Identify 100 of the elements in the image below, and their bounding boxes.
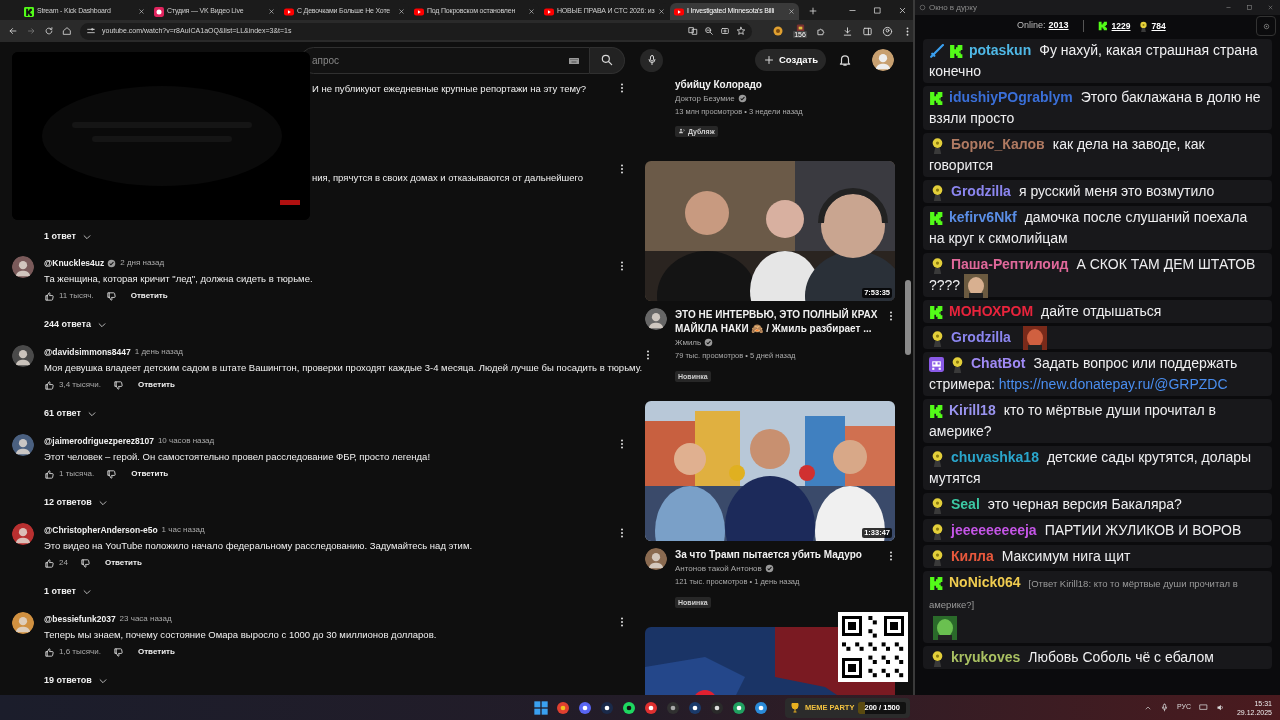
donation-link[interactable]: https://new.donatepay.ru/@GRPZDC: [998, 376, 1228, 392]
thumbs-up-icon[interactable]: [44, 557, 55, 569]
reload-icon[interactable]: [44, 26, 54, 36]
back-arrow-icon[interactable]: [8, 26, 18, 36]
close-icon[interactable]: [898, 5, 907, 15]
channel-name[interactable]: Доктор Безумие: [675, 92, 735, 105]
create-button[interactable]: Создать: [755, 49, 827, 71]
thumbs-down-icon[interactable]: [105, 290, 117, 302]
chat-username[interactable]: kefirv6Nkf: [949, 209, 1017, 225]
zoom-icon[interactable]: [704, 26, 714, 36]
chat-username[interactable]: Kirill18: [949, 402, 996, 418]
bell-icon[interactable]: [838, 53, 853, 67]
chat-username[interactable]: Grodzilla: [951, 329, 1011, 345]
star-icon[interactable]: [736, 26, 746, 36]
chat-username[interactable]: ChatBot: [971, 355, 1026, 371]
thumbs-up-icon[interactable]: [44, 379, 55, 391]
comment-author[interactable]: @jaimerodriguezperez8107: [44, 434, 154, 448]
thumbs-up-icon[interactable]: [44, 646, 55, 658]
replies-toggle[interactable]: 1 ответ: [44, 230, 92, 244]
avatar: [12, 523, 34, 545]
reply-button[interactable]: Ответить: [137, 646, 175, 658]
reply-button[interactable]: Ответить: [130, 290, 168, 302]
replies-toggle[interactable]: 12 ответов: [44, 496, 108, 510]
comment-author[interactable]: @davidsimmons8447: [44, 345, 131, 359]
chat-username[interactable]: idushiyPOgrablym: [949, 89, 1073, 105]
translate-icon[interactable]: [688, 26, 698, 36]
video-title[interactable]: ЭТО НЕ ИНТЕРВЬЮ, ЭТО ПОЛНЫЙ КРАХ МАЙКЛА НАКИ 🙈 / Жмиль разбирает ...: [675, 308, 883, 336]
replies-toggle[interactable]: 19 ответов: [44, 674, 108, 688]
home-icon[interactable]: [62, 26, 72, 36]
avatar: [12, 612, 34, 634]
thumbs-down-icon[interactable]: [112, 646, 124, 658]
microphone-icon[interactable]: [1159, 703, 1169, 712]
extension-icon[interactable]: [772, 25, 784, 37]
replies-toggle[interactable]: 1 ответ: [44, 585, 92, 599]
chat-username[interactable]: Борис_Калов: [951, 136, 1045, 152]
replies-toggle[interactable]: 244 ответа: [44, 318, 107, 332]
video-title[interactable]: убийцу Колорадо: [675, 78, 883, 92]
thumbs-up-icon[interactable]: [44, 290, 55, 302]
sidebar-icon[interactable]: [862, 25, 873, 37]
replies-toggle[interactable]: 61 ответ: [44, 407, 97, 421]
maximize-icon[interactable]: [873, 5, 882, 15]
speaker-icon[interactable]: [1215, 703, 1225, 712]
scrollbar-thumb[interactable]: [905, 280, 911, 355]
chat-username[interactable]: jeeeeeeeeeja: [951, 522, 1037, 538]
forward-arrow-icon[interactable]: [26, 26, 36, 36]
microphone-button[interactable]: [640, 48, 663, 72]
kick-icon: [929, 90, 944, 106]
channel-name[interactable]: Антонов такой Антонов: [675, 562, 762, 575]
download-icon[interactable]: [842, 25, 853, 37]
chat-username[interactable]: chuvashka18: [951, 449, 1039, 465]
chat-username[interactable]: potaskun: [969, 42, 1032, 58]
chat-username[interactable]: NoNick064: [949, 574, 1021, 590]
chat-username[interactable]: Паша-Рептилоид: [951, 256, 1069, 272]
profile-avatar[interactable]: [872, 49, 895, 71]
comment-text: ния, прячутся в своих домах и отказываются от дальнейшего: [312, 171, 583, 185]
screen-share-icon[interactable]: [720, 26, 730, 36]
comment-text: Та женщина, которая кричит "лед", должна сидеть в тюрьме.: [44, 272, 314, 286]
search-button[interactable]: [590, 46, 625, 74]
new-tab-icon[interactable]: [808, 6, 818, 16]
chat-message: ChatBot Задать вопрос или поддержать стримера: https://new.donatepay.ru/@GRPZDC: [923, 352, 1272, 396]
avatar: [12, 345, 34, 367]
chat-message: NoNick064 [Ответ Kirill18: кто то мёртвые души прочитал в америке?]: [923, 571, 1272, 643]
play-icon: [284, 6, 294, 17]
thumbs-down-icon[interactable]: [79, 557, 91, 569]
chat-username[interactable]: Килла: [951, 548, 994, 564]
comment-author[interactable]: @ChristopherAnderson-e5o: [44, 523, 158, 537]
chat-message: potaskun Фу нахуй, какая страшная страна конечно: [923, 39, 1272, 83]
chat-username[interactable]: Seal: [951, 496, 980, 512]
chevron-down-icon: [81, 232, 92, 242]
viewer-count: 784: [1151, 19, 1166, 33]
chat-username[interactable]: kryukoves: [951, 649, 1021, 665]
kick-icon: [929, 575, 944, 591]
reply-button[interactable]: Ответить: [131, 468, 169, 480]
reply-button[interactable]: Ответить: [137, 379, 175, 391]
settings-button[interactable]: [1256, 16, 1276, 36]
comment-time: 2 дня назад: [120, 257, 165, 269]
video-title[interactable]: За что Трамп пытается убить Мадуро: [675, 548, 883, 562]
kick-icon: [1097, 21, 1108, 31]
avatar: [645, 548, 667, 570]
chat-message: Kirill18 кто то мёртвые души прочитал в америке?: [923, 399, 1272, 443]
thumbs-down-icon[interactable]: [106, 468, 118, 480]
thumbs-down-icon[interactable]: [112, 379, 124, 391]
sword-icon: [929, 43, 944, 59]
monitor-icon[interactable]: [1198, 703, 1208, 712]
comment-author[interactable]: @Knuckles4uz: [44, 256, 105, 270]
like-count: 24: [59, 557, 68, 569]
extension-icon[interactable]: [794, 23, 806, 34]
comment-text: И не публикуют ежедневные крупные репортажи на эту тему?: [312, 82, 587, 96]
comment-author[interactable]: @bessiefunk2037: [44, 612, 116, 626]
kick-icon: [929, 210, 944, 226]
chat-username[interactable]: МОНОХРОМ: [949, 303, 1034, 319]
chat-message: jeeeeeeeeeja ПАРТИИ ЖУЛИКОВ И ВОРОВ: [923, 519, 1272, 542]
online-count: 2013: [1048, 19, 1069, 33]
microphone-icon: [645, 54, 658, 66]
chat-username[interactable]: Grodzilla: [951, 183, 1011, 199]
chat-message: Паша-Рептилоид А СКОК ТАМ ДЕМ ШТАТОВ ????: [923, 253, 1272, 297]
reply-button[interactable]: Ответить: [104, 557, 142, 569]
thumbs-up-icon[interactable]: [44, 468, 55, 480]
profile-icon[interactable]: [882, 25, 893, 37]
channel-name[interactable]: Жмиль: [675, 336, 702, 349]
